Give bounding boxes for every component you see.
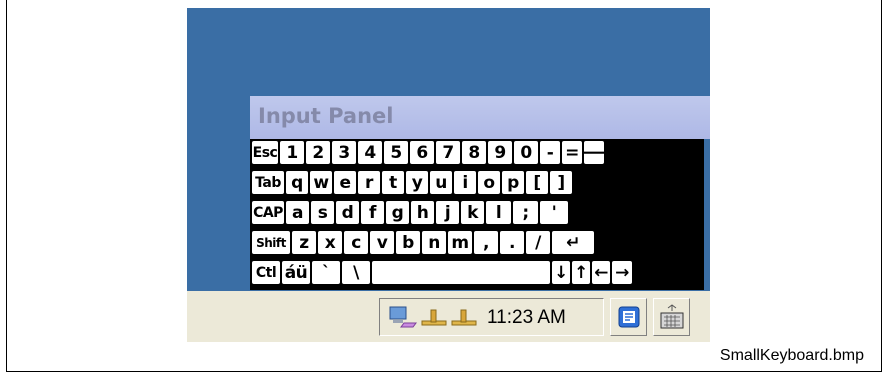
key-7[interactable]: 7 [436,141,460,164]
key-4[interactable]: 4 [358,141,382,164]
key-6[interactable]: 6 [410,141,434,164]
key-c[interactable]: c [344,231,368,254]
key-h[interactable]: h [411,201,434,224]
key-t[interactable]: t [382,171,404,194]
keyboard-toggle-button[interactable] [653,298,690,336]
key-0[interactable]: 0 [514,141,538,164]
key-2[interactable]: 2 [306,141,330,164]
key-z[interactable]: z [292,231,316,254]
key-m[interactable]: m [448,231,472,254]
key-l[interactable]: l [486,201,511,224]
key-q[interactable]: q [286,171,308,194]
key-a[interactable]: a [286,201,309,224]
key-r[interactable]: r [358,171,380,194]
key-i[interactable]: i [454,171,476,194]
key-n[interactable]: n [422,231,446,254]
system-tray: 11:23 AM [379,298,604,336]
key-up[interactable]: ↑ [572,261,590,284]
desktop-switch-icon [618,306,639,328]
usb-connection-icon[interactable] [450,307,478,329]
input-panel-titlebar[interactable]: Input Panel [250,96,710,139]
key-3[interactable]: 3 [332,141,356,164]
key-semicolon[interactable]: ; [513,201,538,224]
key-s[interactable]: s [311,201,334,224]
key-left-bracket[interactable]: [ [526,171,548,194]
key-1[interactable]: 1 [280,141,304,164]
key-apostrophe[interactable]: ' [540,201,568,224]
device-screen: Input Panel Esc1234567890-=🡐 Tabqwertyuio… [187,8,710,342]
desktop-switch-button[interactable] [610,298,647,336]
key-g[interactable]: g [386,201,409,224]
key-period[interactable]: . [500,231,524,254]
key-equals[interactable]: = [562,141,582,164]
key-5[interactable]: 5 [384,141,408,164]
key-u[interactable]: u [430,171,452,194]
key-backtick[interactable]: ` [312,261,340,284]
key-international[interactable]: áü [282,261,310,284]
key-enter[interactable]: ↵ [552,231,594,254]
input-panel-title: Input Panel [258,104,394,128]
key-w[interactable]: w [310,171,332,194]
key-p[interactable]: p [502,171,524,194]
key-backslash[interactable]: \ [342,261,370,284]
key-comma[interactable]: , [474,231,498,254]
key-backspace[interactable]: 🡐 [584,141,604,164]
key-9[interactable]: 9 [488,141,512,164]
soft-keyboard: Esc1234567890-=🡐 Tabqwertyuiop[] CAPasdfgh… [250,139,704,290]
key-minus[interactable]: - [540,141,560,164]
key-shift[interactable]: Shift [252,231,290,254]
key-space[interactable] [372,261,550,284]
key-esc[interactable]: Esc [252,141,278,164]
keyboard-icon [660,304,683,329]
usb-connection-icon[interactable] [420,307,448,329]
network-computer-icon[interactable] [388,305,418,329]
key-y[interactable]: y [406,171,428,194]
key-x[interactable]: x [318,231,342,254]
key-b[interactable]: b [396,231,420,254]
key-j[interactable]: j [436,201,459,224]
key-k[interactable]: k [461,201,484,224]
key-8[interactable]: 8 [462,141,486,164]
key-o[interactable]: o [478,171,500,194]
taskbar-clock[interactable]: 11:23 AM [487,307,566,329]
taskbar: 11:23 AM [187,291,710,342]
key-f[interactable]: f [361,201,384,224]
key-e[interactable]: e [334,171,356,194]
key-down[interactable]: ↓ [552,261,570,284]
figure-caption: SmallKeyboard.bmp [719,347,864,364]
key-left[interactable]: ← [592,261,610,284]
key-right-bracket[interactable]: ] [550,171,572,194]
key-tab[interactable]: Tab [252,171,284,194]
key-v[interactable]: v [370,231,394,254]
key-caps[interactable]: CAP [252,201,284,224]
key-d[interactable]: d [336,201,359,224]
key-right[interactable]: → [612,261,632,284]
key-slash[interactable]: / [526,231,550,254]
key-ctrl[interactable]: Ctl [252,261,280,284]
